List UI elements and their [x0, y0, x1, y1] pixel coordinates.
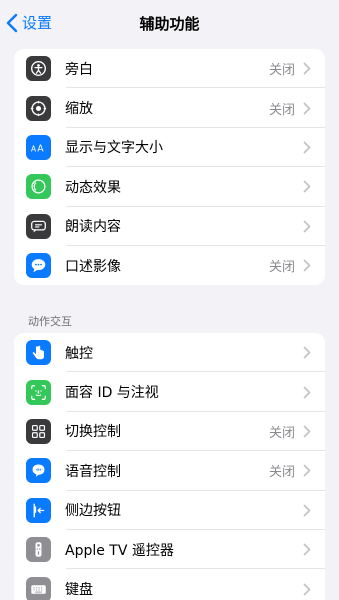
chevron-right-icon	[303, 583, 311, 595]
chevron-right-icon	[303, 259, 311, 272]
motion-icon	[26, 174, 51, 200]
touch-icon	[26, 340, 51, 366]
chevron-right-icon	[303, 386, 311, 398]
section-header-interaction: 动作交互	[28, 315, 72, 328]
back-button[interactable]: 设置	[6, 12, 52, 33]
row-label: 口述影像	[65, 258, 121, 275]
row-zoom[interactable]: 缩放 关闭	[14, 88, 325, 129]
row-label: Apple TV 遥控器	[65, 542, 174, 559]
row-voice-control[interactable]: 语音控制 关闭	[14, 451, 325, 491]
row-label: 朗读内容	[65, 219, 121, 236]
row-label: 缩放	[65, 101, 93, 118]
row-side-button[interactable]: 侧边按钮	[14, 491, 325, 531]
row-touch[interactable]: 触控	[14, 333, 325, 373]
chevron-right-icon	[303, 425, 311, 438]
chevron-right-icon	[303, 504, 311, 517]
row-value: 关闭	[268, 260, 295, 276]
switch-control-icon	[26, 418, 51, 444]
navigation-bar: 设置 辅助功能	[0, 0, 339, 46]
voice-control-icon	[26, 458, 51, 484]
row-motion[interactable]: 动态效果	[14, 167, 325, 207]
row-label: 显示与文字大小	[65, 140, 163, 157]
row-keyboard[interactable]: 键盘	[14, 569, 325, 600]
row-spoken-content[interactable]: 朗读内容	[14, 207, 325, 247]
row-audio-descriptions[interactable]: 口述影像 关闭	[14, 246, 325, 285]
row-label: 面容 ID 与注视	[65, 385, 159, 402]
row-label: 动态效果	[65, 179, 121, 196]
chevron-right-icon	[303, 464, 311, 477]
row-label: 切换控制	[65, 424, 121, 441]
row-value: 关闭	[268, 465, 295, 481]
vision-settings-group: 旁白 关闭 缩放 关闭 AA 显示与文字大小 动态效果 朗读内容 口述影像 关闭	[14, 49, 325, 286]
row-label: 侧边按钮	[65, 503, 121, 520]
svg-text:A: A	[31, 144, 37, 153]
row-label: 旁白	[65, 61, 93, 78]
chevron-right-icon	[303, 543, 311, 556]
side-button-icon	[26, 497, 51, 523]
row-apple-tv-remote[interactable]: Apple TV 遥控器	[14, 530, 325, 570]
row-voiceover[interactable]: 旁白 关闭	[14, 49, 325, 89]
row-switch-control[interactable]: 切换控制 关闭	[14, 412, 325, 452]
chevron-right-icon	[303, 141, 311, 154]
chevron-right-icon	[303, 346, 311, 359]
spoken-content-icon	[26, 213, 51, 239]
chevron-right-icon	[303, 180, 311, 193]
keyboard-icon	[26, 576, 51, 600]
row-value: 关闭	[268, 102, 295, 118]
svg-text:A: A	[37, 143, 44, 154]
tv-remote-icon	[26, 537, 51, 563]
voiceover-icon	[26, 56, 51, 82]
row-face-id[interactable]: 面容 ID 与注视	[14, 372, 325, 413]
text-size-icon: AA	[26, 134, 51, 160]
page-title: 辅助功能	[139, 14, 200, 33]
row-display-text-size[interactable]: AA 显示与文字大小	[14, 128, 325, 168]
chevron-right-icon	[303, 62, 311, 75]
row-label: 触控	[65, 345, 93, 362]
interaction-settings-group: 触控 面容 ID 与注视 切换控制 关闭 语音控制 关闭 侧边按钮 Apple …	[14, 333, 325, 600]
face-id-icon	[26, 379, 51, 405]
chevron-right-icon	[303, 220, 311, 233]
chevron-right-icon	[303, 102, 311, 114]
chevron-left-icon	[6, 13, 18, 32]
audio-description-icon	[26, 253, 51, 279]
row-value: 关闭	[268, 63, 295, 79]
row-label: 键盘	[65, 582, 93, 599]
zoom-icon	[26, 95, 51, 121]
row-label: 语音控制	[65, 463, 121, 480]
back-label: 设置	[22, 14, 53, 32]
row-value: 关闭	[268, 425, 295, 441]
